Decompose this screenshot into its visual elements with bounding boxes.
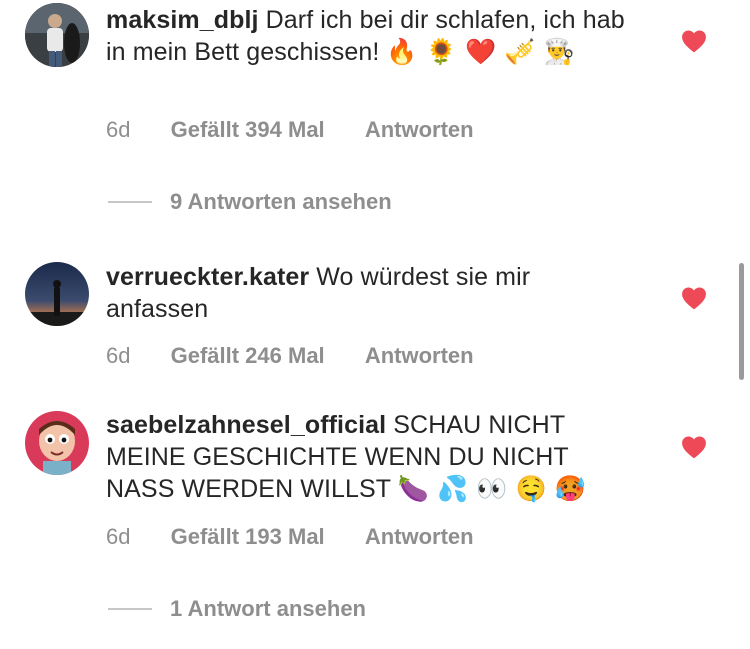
comment-age: 6d	[106, 343, 131, 368]
avatar[interactable]	[25, 411, 89, 475]
comment-emojis: 🔥 🌻 ❤️ 🎺 👨‍🍳	[386, 37, 575, 66]
comment-text: verrueckter.kater Wo würdest sie mir anf…	[106, 261, 626, 325]
comment-meta: 6d Gefällt 394 Mal Antworten	[106, 117, 474, 143]
comment-meta: 6d Gefällt 246 Mal Antworten	[106, 343, 474, 369]
likes-count[interactable]: Gefällt 394 Mal	[171, 117, 325, 143]
view-replies-button[interactable]: 9 Antworten ansehen	[108, 189, 392, 215]
reply-button[interactable]: Antworten	[365, 524, 474, 550]
likes-count[interactable]: Gefällt 246 Mal	[171, 343, 325, 369]
reply-button[interactable]: Antworten	[365, 117, 474, 143]
view-replies-button[interactable]: 1 Antwort ansehen	[108, 596, 366, 622]
like-heart-icon[interactable]	[681, 29, 707, 53]
comment-emojis: 🍆 💦 👀 🤤 🥵	[397, 474, 587, 503]
comment-username[interactable]: verrueckter.kater	[106, 263, 309, 291]
comment-meta: 6d Gefällt 193 Mal Antworten	[106, 524, 474, 550]
comment-username[interactable]: maksim_dblj	[106, 6, 259, 34]
like-heart-icon[interactable]	[681, 286, 707, 310]
comment-text: saebelzahnesel_official SCHAU NICHT MEIN…	[106, 409, 626, 505]
avatar[interactable]	[25, 3, 89, 67]
likes-count[interactable]: Gefällt 193 Mal	[171, 524, 325, 550]
avatar[interactable]	[25, 262, 89, 326]
comment-age: 6d	[106, 524, 131, 549]
scrollbar[interactable]	[739, 263, 744, 380]
view-replies-label: 9 Antworten ansehen	[170, 189, 392, 214]
comment-text: maksim_dblj Darf ich bei dir schlafen, i…	[106, 4, 626, 68]
comment-age: 6d	[106, 117, 131, 142]
reply-button[interactable]: Antworten	[365, 343, 474, 369]
divider-line	[108, 201, 152, 203]
comment-username[interactable]: saebelzahnesel_official	[106, 411, 386, 439]
view-replies-label: 1 Antwort ansehen	[170, 596, 366, 621]
like-heart-icon[interactable]	[681, 435, 707, 459]
divider-line	[108, 608, 152, 610]
